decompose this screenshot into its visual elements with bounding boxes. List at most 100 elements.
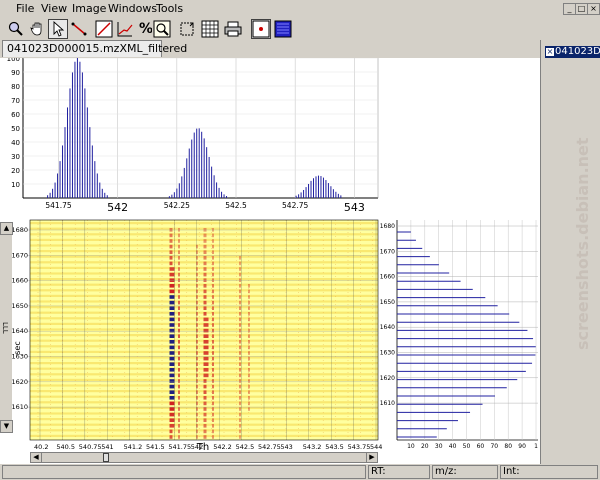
heatmap-signal-cell [169, 233, 173, 238]
heatmap-signal-cell [169, 396, 175, 400]
spectrum-ytick-label: 80 [11, 83, 20, 91]
heatmap-signal-cell [248, 312, 250, 316]
heatmap-signal-cell [203, 340, 209, 344]
heatmap-signal-cell [239, 362, 241, 366]
tab-document[interactable]: 041023D000015.mzXML_filtered [2, 40, 187, 57]
close-button[interactable]: × [587, 3, 600, 15]
heatmap-signal-cell [212, 396, 214, 400]
profile-ytick-label: 1630 [380, 350, 395, 357]
menu-windows[interactable]: Windows [108, 2, 157, 15]
heatmap-signal-cell [239, 435, 241, 439]
heatmap-signal-cell [178, 250, 180, 254]
heatmap-signal-cell [203, 267, 207, 271]
heatmap-signal-cell [169, 323, 175, 327]
heatmap-xtick-label: 543 [280, 443, 292, 451]
heatmap-signal-cell [248, 289, 250, 294]
heatmap-signal-cell [212, 356, 214, 361]
heatmap-signal-cell [248, 351, 250, 355]
heatmap-signal-cell [178, 256, 180, 260]
heatmap-signal-cell [212, 345, 214, 350]
pointer-icon[interactable] [48, 19, 68, 39]
scroll-up-button[interactable]: ▲ [0, 222, 13, 235]
heatmap-signal-cell [178, 289, 180, 294]
scroll-down-button[interactable]: ▼ [0, 420, 13, 433]
spectrum-xtick-label: 542.5 [225, 201, 247, 210]
fit-icon[interactable] [177, 19, 197, 39]
heatmap-signal-cell [212, 424, 214, 428]
heatmap-signal-cell [239, 284, 241, 288]
heatmap-signal-cell [212, 429, 214, 434]
file-list-item[interactable]: × 041023D [545, 46, 600, 58]
heatmap-signal-cell [239, 300, 241, 305]
heatmap-signal-cell [239, 401, 241, 406]
heatmap-signal-cell [169, 390, 175, 394]
heatmap-signal-cell [169, 334, 175, 338]
heatmap-signal-cell [178, 323, 180, 327]
heatmap-signal-cell [212, 272, 214, 277]
heatmap-signal-cell [169, 239, 173, 243]
heatmap-xtick-label: 541.75 [168, 443, 191, 451]
heatmap-signal-cell [178, 362, 180, 366]
heatmap-signal-cell [203, 256, 207, 260]
heatmap-signal-cell [248, 396, 250, 400]
heatmap-signal-cell [239, 429, 241, 434]
overlay-icon[interactable] [251, 19, 271, 39]
heatmap-signal-cell [169, 368, 175, 372]
heatmap-signal-cell [169, 267, 175, 271]
heatmap-signal-cell [178, 306, 180, 310]
heatmap-signal-cell [169, 435, 173, 439]
zoom-region-icon[interactable] [152, 19, 172, 39]
measure-icon[interactable] [69, 19, 89, 39]
heatmap-signal-cell [212, 306, 214, 310]
scroll-left-button[interactable]: ◀ [31, 453, 42, 462]
status-message [2, 465, 366, 479]
heatmap-signal-cell [248, 384, 250, 389]
heatmap-signal-cell [203, 244, 207, 249]
profile-ytick-label: 1650 [380, 299, 395, 306]
heatmap-signal-cell [178, 401, 180, 406]
print-icon[interactable] [223, 19, 243, 39]
menu-file[interactable]: File [16, 2, 34, 15]
spectrum-ytick-label: 50 [11, 125, 20, 133]
heatmap-signal-cell [178, 390, 180, 394]
hand-icon[interactable] [27, 19, 47, 39]
heatmap-signal-cell [248, 390, 250, 394]
heatmap-signal-cell [169, 345, 175, 350]
heatmap-signal-cell [203, 334, 209, 338]
heatmap-signal-cell [203, 295, 207, 299]
heatmap-horizontal-scrollbar[interactable]: ◀ ▶ [30, 452, 378, 463]
profile-xtick-label: 40 [449, 443, 457, 450]
menu-tools[interactable]: Tools [156, 2, 183, 15]
heatmap-xtick-label: 540.5 [56, 443, 75, 451]
spectrum-ytick-label: 100 [7, 58, 20, 63]
scroll-right-button[interactable]: ▶ [366, 453, 377, 462]
heatmap-signal-cell [239, 267, 241, 271]
heatmap-signal-cell [178, 244, 180, 249]
close-small-icon[interactable]: × [546, 48, 554, 56]
profile-xtick-label: 60 [477, 443, 485, 450]
heatmap-signal-cell [248, 373, 250, 378]
heatmap-ytick-label: 1660 [11, 277, 28, 285]
colormap-icon[interactable] [273, 19, 293, 39]
tab-row: 041023D000015.mzXML_filtered [0, 40, 540, 58]
heatmap-signal-cell [203, 384, 207, 389]
heatmap-signal-cell [169, 289, 175, 294]
heatmap-signal-cell [239, 328, 241, 333]
heatmap-signal-cell [178, 368, 180, 372]
heatmap-signal-cell [239, 295, 241, 299]
scroll-thumb[interactable] [103, 453, 109, 462]
heatmap-signal-cell [239, 412, 241, 417]
profile-ytick-label: 1620 [380, 375, 395, 382]
graph-icon[interactable] [115, 19, 135, 39]
heatmap-signal-cell [248, 323, 250, 327]
grid-icon[interactable] [200, 19, 220, 39]
menu-view[interactable]: View [41, 2, 67, 15]
zoom-icon[interactable] [6, 19, 26, 39]
draw-line-icon[interactable] [94, 19, 114, 39]
heatmap-vertical-scrollbar[interactable]: ▲ LLL ▼ [0, 222, 13, 433]
menu-image[interactable]: Image [72, 2, 106, 15]
heatmap-scan-stripe [30, 222, 378, 225]
statusbar: RT: m/z: Int: [0, 464, 600, 480]
heatmap-signal-cell [212, 390, 214, 394]
heatmap-signal-cell [178, 261, 180, 266]
